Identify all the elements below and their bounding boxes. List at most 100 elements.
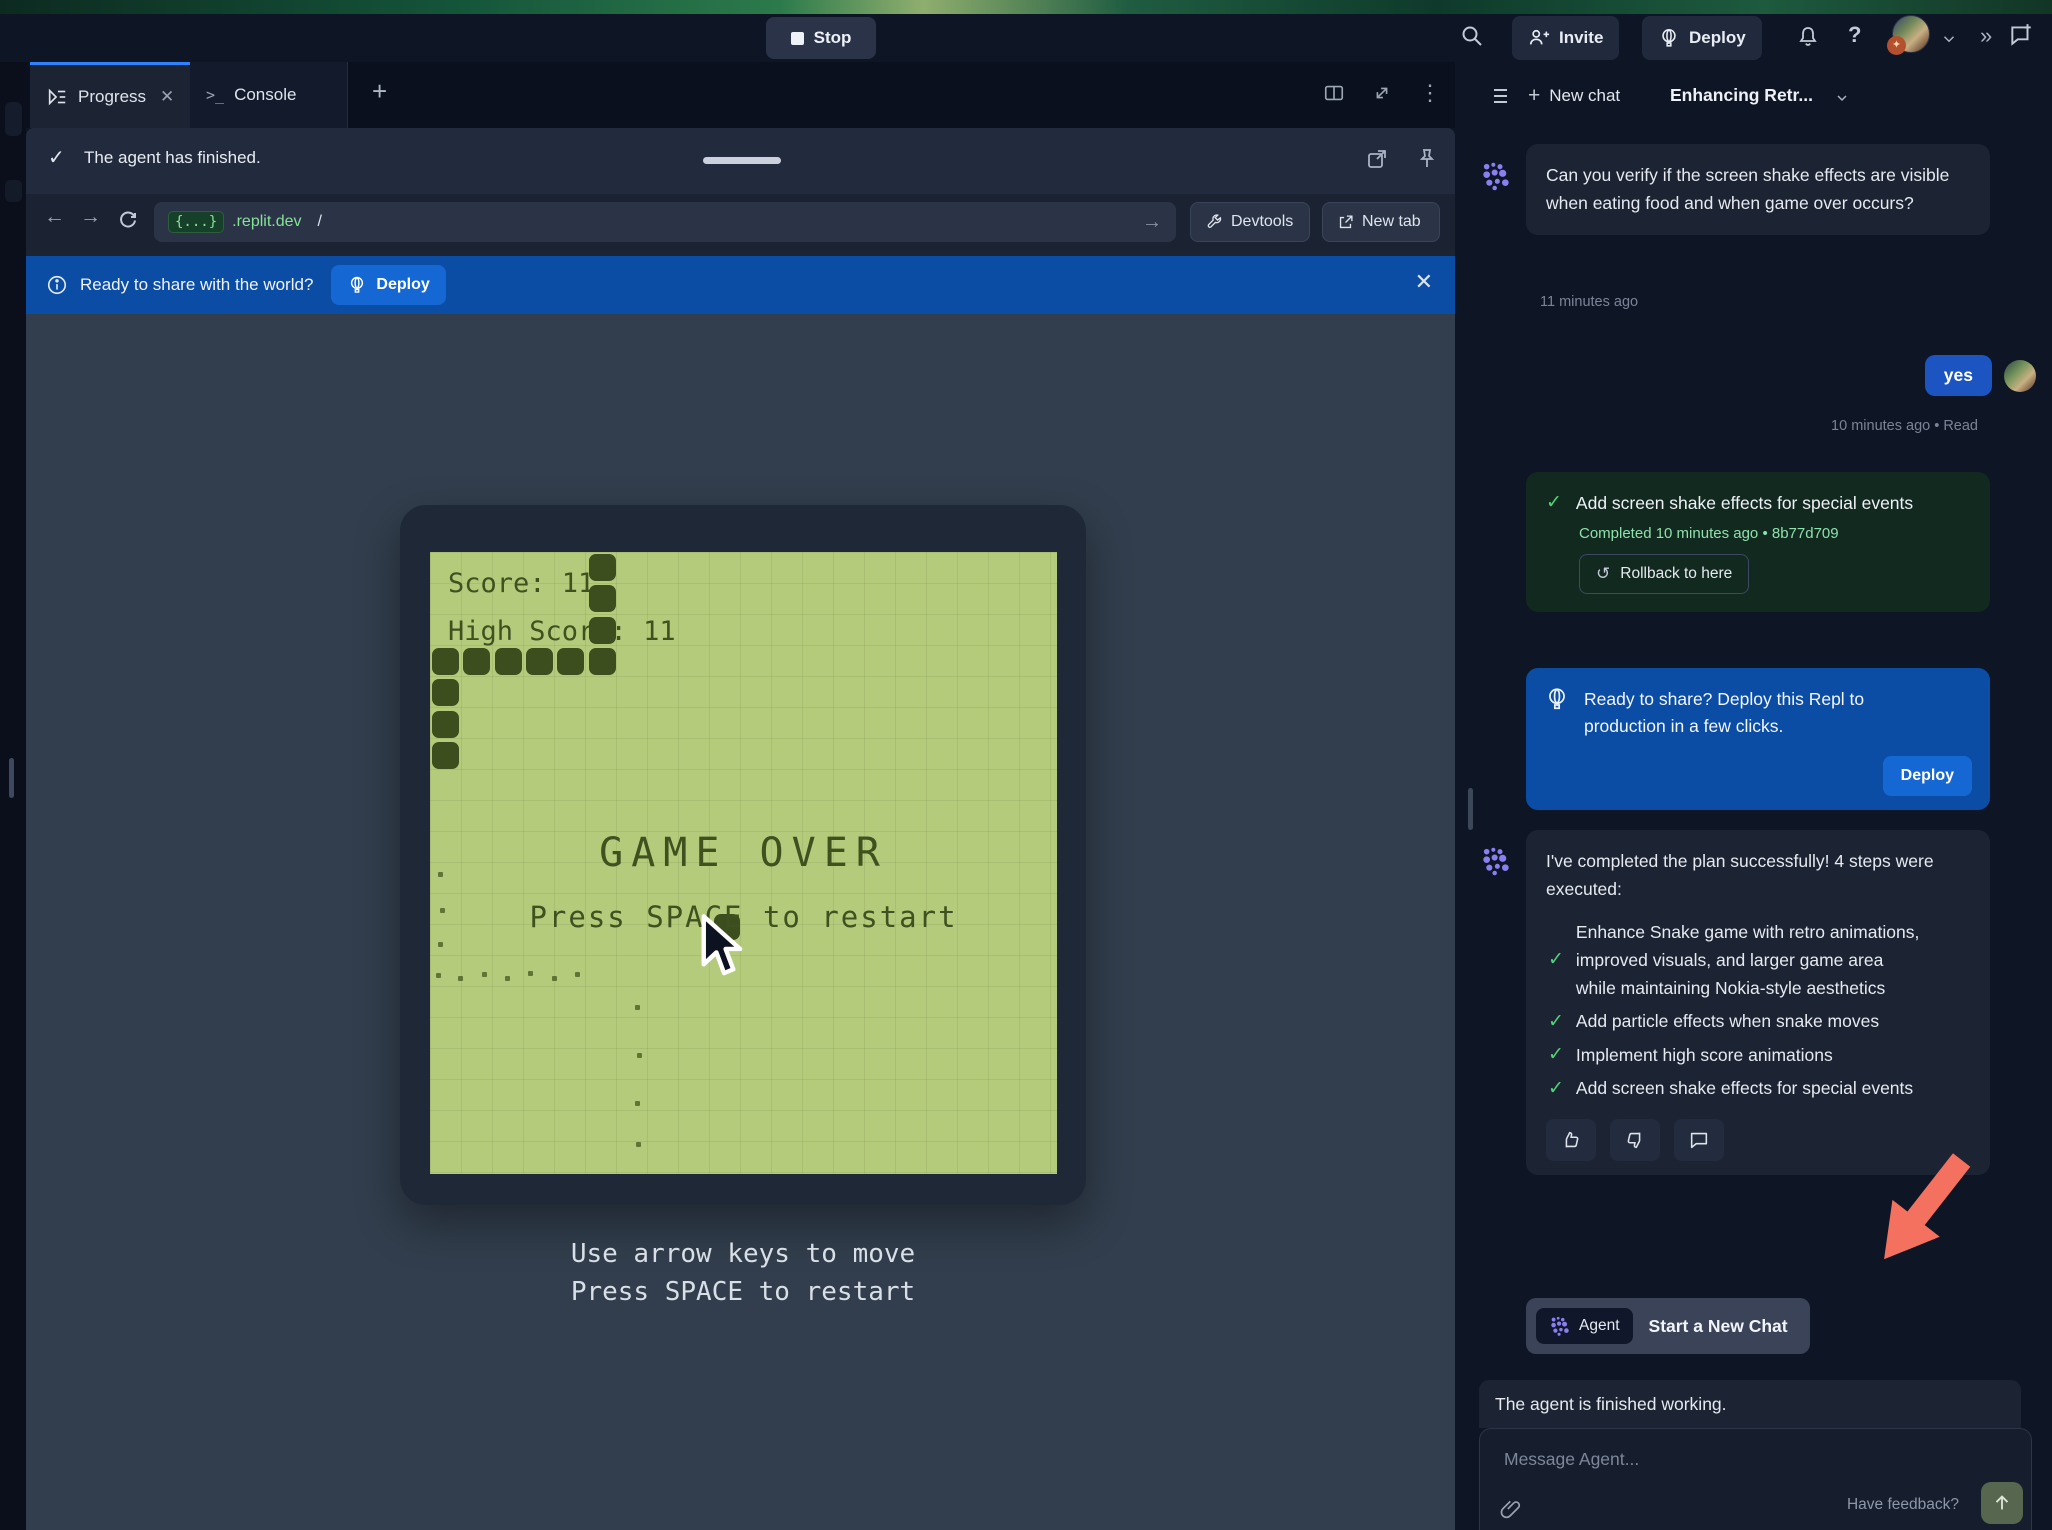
game-screen[interactable]: Score: 11 High Score: 11 GAME OVER Press… bbox=[430, 552, 1057, 1174]
sidebar-collapsed-item[interactable] bbox=[5, 180, 22, 202]
particle-dot bbox=[505, 976, 510, 981]
mouse-cursor bbox=[698, 912, 744, 984]
agent-status-text: The agent has finished. bbox=[84, 148, 261, 168]
user-message: yes bbox=[1925, 355, 1992, 396]
main-panel: Progress ✕ >_ Console + ⋮ ✓ The age bbox=[26, 62, 1455, 1505]
message-input-placeholder: Message Agent... bbox=[1504, 1449, 1639, 1470]
chat-plus-icon[interactable] bbox=[2008, 22, 2034, 48]
overflow-icon[interactable]: » bbox=[1980, 23, 1990, 49]
expand-icon[interactable] bbox=[1371, 82, 1393, 104]
pin-icon[interactable] bbox=[1415, 147, 1439, 171]
avatar[interactable]: ✦ bbox=[1892, 15, 1930, 53]
check-icon: ✓ bbox=[48, 145, 65, 170]
chat-title[interactable]: Enhancing Retr... bbox=[1670, 85, 1813, 106]
plan-item: ✓Add screen shake effects for special ev… bbox=[1548, 1075, 1970, 1103]
check-icon: ✓ bbox=[1548, 947, 1564, 974]
person-plus-icon bbox=[1528, 27, 1550, 49]
collapsed-sidebar bbox=[0, 62, 26, 1530]
particle-dot bbox=[440, 908, 445, 913]
stop-button[interactable]: Stop bbox=[766, 17, 876, 59]
tab-progress[interactable]: Progress ✕ bbox=[30, 62, 190, 128]
avatar-badge-icon: ✦ bbox=[1887, 36, 1906, 55]
game-frame: Score: 11 High Score: 11 GAME OVER Press… bbox=[400, 505, 1086, 1205]
chat-list-icon[interactable] bbox=[1486, 84, 1510, 108]
agent-badge: Agent bbox=[1536, 1308, 1633, 1344]
instructions-line1: Use arrow keys to move bbox=[400, 1239, 1086, 1269]
drag-pill[interactable] bbox=[703, 157, 781, 164]
forward-icon[interactable]: → bbox=[80, 205, 101, 229]
webview-panel: ✓ The agent has finished. ← → {...} bbox=[26, 128, 1455, 1530]
kebab-menu-icon[interactable]: ⋮ bbox=[1419, 80, 1441, 106]
tab-console-label: Console bbox=[234, 85, 296, 105]
chat-scrollbar[interactable] bbox=[1468, 788, 1473, 830]
agent-finished-banner: The agent is finished working. bbox=[1479, 1380, 2021, 1428]
external-link-icon bbox=[1337, 214, 1354, 231]
chevron-down-icon[interactable] bbox=[1940, 30, 1958, 48]
attachment-icon[interactable] bbox=[1500, 1498, 1522, 1520]
plan-checklist: ✓Enhance Snake game with retro animation… bbox=[1548, 919, 1970, 1103]
panel-drag-handle[interactable] bbox=[9, 758, 14, 798]
thumbs-down-button[interactable] bbox=[1610, 1119, 1660, 1161]
plan-item: ✓Add particle effects when snake moves bbox=[1548, 1008, 1970, 1036]
sidebar-collapsed-item[interactable] bbox=[5, 102, 22, 136]
start-new-chat-label: Start a New Chat bbox=[1649, 1316, 1788, 1337]
particle-dot bbox=[458, 976, 463, 981]
task-meta: Completed 10 minutes ago • 8b77d709 bbox=[1579, 525, 1970, 542]
deploy-banner: Ready to share with the world? Deploy ✕ bbox=[26, 256, 1455, 314]
check-icon: ✓ bbox=[1548, 1076, 1564, 1103]
message-input[interactable]: Message Agent... Have feedback? bbox=[1479, 1428, 2032, 1530]
tab-close-icon[interactable]: ✕ bbox=[160, 87, 174, 107]
deploy-icon bbox=[1544, 686, 1570, 740]
undo-icon: ↺ bbox=[1596, 564, 1610, 584]
agent-logo-icon bbox=[1549, 1315, 1571, 1337]
close-icon[interactable]: ✕ bbox=[1415, 269, 1433, 295]
new-tab-plus-icon[interactable]: + bbox=[372, 76, 387, 107]
banner-deploy-label: Deploy bbox=[376, 276, 429, 294]
send-button[interactable] bbox=[1981, 1482, 2023, 1524]
invite-button[interactable]: Invite bbox=[1512, 16, 1619, 60]
devtools-label: Devtools bbox=[1231, 213, 1293, 231]
check-icon: ✓ bbox=[1546, 490, 1562, 517]
feedback-buttons bbox=[1546, 1119, 1970, 1161]
particle-dot bbox=[552, 976, 557, 981]
open-external-icon[interactable] bbox=[1365, 147, 1389, 171]
plan-item: ✓Enhance Snake game with retro animation… bbox=[1548, 919, 1970, 1002]
chevron-down-icon[interactable] bbox=[1834, 90, 1850, 106]
browser-navbar: ← → {...} .replit.dev / → Devtools bbox=[26, 194, 1455, 250]
replit-workspace: Stop Invite Deploy ? ✦ » bbox=[0, 0, 2052, 1530]
comment-button[interactable] bbox=[1674, 1119, 1724, 1161]
new-chat-button[interactable]: + New chat bbox=[1528, 84, 1620, 108]
banner-deploy-button[interactable]: Deploy bbox=[331, 265, 445, 305]
new-tab-button[interactable]: New tab bbox=[1322, 202, 1440, 242]
start-new-chat-button[interactable]: Agent Start a New Chat bbox=[1526, 1298, 1810, 1354]
user-avatar bbox=[2004, 360, 2036, 392]
instructions-line2: Press SPACE to restart bbox=[400, 1277, 1086, 1307]
stop-icon bbox=[791, 32, 804, 45]
tab-console[interactable]: >_ Console bbox=[190, 62, 348, 128]
have-feedback-link[interactable]: Have feedback? bbox=[1847, 1496, 1959, 1514]
rollback-label: Rollback to here bbox=[1620, 565, 1732, 583]
particle-dot bbox=[438, 872, 443, 877]
new-tab-label: New tab bbox=[1362, 213, 1421, 231]
particle-dot bbox=[528, 971, 533, 976]
refresh-icon[interactable] bbox=[116, 208, 140, 232]
agent-message: Can you verify if the screen shake effec… bbox=[1526, 144, 1990, 235]
particle-dot bbox=[637, 1053, 642, 1058]
help-icon[interactable]: ? bbox=[1848, 22, 1861, 48]
thumbs-up-button[interactable] bbox=[1546, 1119, 1596, 1161]
devtools-button[interactable]: Devtools bbox=[1190, 202, 1310, 242]
plan-intro: I've completed the plan successfully! 4 … bbox=[1546, 848, 1970, 903]
deploy-button[interactable]: Deploy bbox=[1642, 16, 1762, 60]
go-arrow-icon[interactable]: → bbox=[1142, 211, 1162, 234]
rollback-button[interactable]: ↺ Rollback to here bbox=[1579, 554, 1749, 594]
back-icon[interactable]: ← bbox=[44, 205, 65, 229]
deploy-card-button[interactable]: Deploy bbox=[1883, 756, 1972, 796]
console-icon: >_ bbox=[206, 86, 224, 104]
search-icon[interactable] bbox=[1460, 24, 1484, 48]
deploy-icon bbox=[1658, 27, 1680, 49]
split-panel-icon[interactable] bbox=[1323, 82, 1345, 104]
particle-dot bbox=[436, 973, 441, 978]
url-input[interactable]: {...} .replit.dev / → bbox=[154, 202, 1176, 242]
bell-icon[interactable] bbox=[1796, 24, 1820, 48]
check-icon: ✓ bbox=[1548, 1042, 1564, 1069]
